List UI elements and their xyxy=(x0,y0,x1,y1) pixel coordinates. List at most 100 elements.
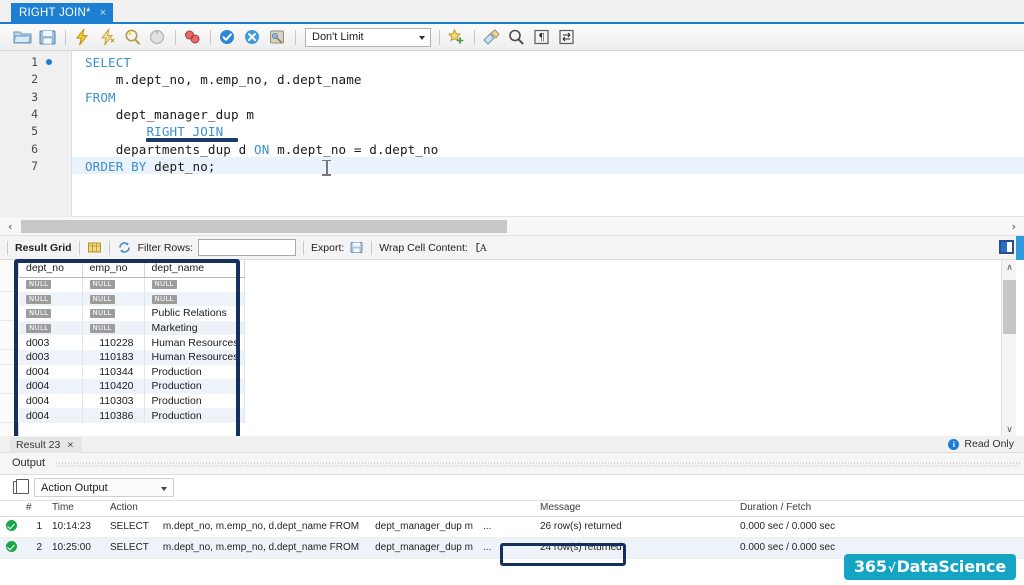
read-only-status: i Read Only xyxy=(948,438,1014,450)
row-header-cell[interactable] xyxy=(0,320,19,336)
table-row[interactable]: NULL NULL Marketing xyxy=(19,320,246,336)
result-cell-dept-name[interactable]: Human Resources xyxy=(144,349,246,365)
find-icon[interactable] xyxy=(506,27,527,47)
tab-right-join[interactable]: RIGHT JOIN* × xyxy=(11,3,114,24)
autocommit-icon[interactable] xyxy=(267,27,288,47)
result-grid-vertical-scrollbar[interactable]: ∧ ∨ xyxy=(1001,260,1016,436)
refresh-icon[interactable] xyxy=(117,240,132,255)
table-row[interactable]: d004 110303 Production xyxy=(19,393,246,409)
row-header-cell[interactable] xyxy=(0,379,19,395)
clean-sql-icon[interactable] xyxy=(481,27,502,47)
chevron-down-icon[interactable] xyxy=(161,487,167,491)
result-cell-dept-name[interactable]: Human Resources xyxy=(144,335,246,350)
row-header-cell[interactable] xyxy=(0,350,19,365)
toggle-explain-icon[interactable] xyxy=(182,27,203,47)
row-header-cell[interactable] xyxy=(0,408,19,424)
row-header-cell[interactable] xyxy=(0,364,19,380)
invisible-chars-icon[interactable]: ¶ xyxy=(531,27,552,47)
scroll-thumb[interactable] xyxy=(21,220,507,233)
result-cell-dept-name[interactable]: Production xyxy=(144,364,246,380)
editor-code-area[interactable]: SELECT m.dept_no, m.emp_no, d.dept_name F… xyxy=(72,51,1024,217)
table-row[interactable]: d004 110420 Production xyxy=(19,379,246,394)
result-cell-emp-no[interactable]: NULL xyxy=(82,291,145,307)
execute-icon[interactable] xyxy=(72,27,93,47)
column-header-dept-no[interactable]: dept_no xyxy=(19,260,83,278)
close-icon[interactable]: × xyxy=(67,439,73,451)
result-cell-dept-no[interactable]: d004 xyxy=(19,408,83,423)
sql-editor[interactable]: 1 2 3 4 5 6 7 SELECT m.dept_no, m.emp_no, d.de… xyxy=(0,51,1024,217)
scroll-left-icon[interactable]: ‹ xyxy=(8,220,12,233)
column-header-time[interactable]: Time xyxy=(48,501,106,517)
result-cell-dept-no[interactable]: d004 xyxy=(19,379,83,394)
editor-horizontal-scrollbar[interactable]: ‹ › xyxy=(0,217,1024,236)
result-cell-emp-no[interactable]: 110386 xyxy=(82,408,145,423)
row-header-cell[interactable] xyxy=(0,277,19,292)
column-header-dept-name[interactable]: dept_name xyxy=(144,260,246,278)
result-cell-emp-no[interactable]: 110420 xyxy=(82,379,145,394)
table-row[interactable]: d004 110344 Production xyxy=(19,364,246,380)
column-header-emp-no[interactable]: emp_no xyxy=(82,260,145,278)
result-cell-emp-no[interactable]: 110303 xyxy=(82,393,145,409)
toggle-side-panel-button[interactable] xyxy=(999,240,1014,254)
column-header-duration-fetch[interactable]: Duration / Fetch xyxy=(736,501,1024,517)
row-header-cell[interactable] xyxy=(0,306,19,322)
result-cell-dept-no[interactable]: NULL xyxy=(19,277,83,292)
execute-current-statement-icon[interactable] xyxy=(97,27,118,47)
result-cell-dept-no[interactable]: NULL xyxy=(19,320,83,336)
result-cell-dept-name[interactable]: Production xyxy=(144,393,246,409)
result-grid[interactable]: dept_no emp_no dept_name NULL NULL NULL NUL… xyxy=(0,260,1024,436)
row-header-cell[interactable] xyxy=(0,393,19,409)
rollback-icon[interactable] xyxy=(242,27,263,47)
result-cell-dept-no[interactable]: d003 xyxy=(19,335,83,350)
close-icon[interactable]: × xyxy=(100,6,107,20)
result-cell-dept-name[interactable]: Production xyxy=(144,408,246,423)
result-cell-dept-no[interactable]: d004 xyxy=(19,364,83,380)
scroll-thumb[interactable] xyxy=(1003,280,1016,334)
result-cell-dept-name[interactable]: NULL xyxy=(144,277,246,292)
scroll-down-icon[interactable]: ∨ xyxy=(1002,422,1017,436)
row-header-cell[interactable] xyxy=(0,291,19,307)
result-cell-dept-name[interactable]: NULL xyxy=(144,291,246,307)
result-cell-dept-no[interactable]: NULL xyxy=(19,291,83,307)
result-cell-emp-no[interactable]: NULL xyxy=(82,306,145,321)
tab-result-23[interactable]: Result 23 × xyxy=(10,437,82,453)
wrap-cell-icon[interactable]: A xyxy=(474,240,489,255)
table-row[interactable]: NULL NULL NULL xyxy=(19,291,246,307)
grid-view-icon[interactable] xyxy=(87,240,102,255)
open-script-icon[interactable] xyxy=(12,27,33,47)
save-script-icon[interactable] xyxy=(37,27,58,47)
scroll-up-icon[interactable]: ∧ xyxy=(1002,260,1017,274)
column-header-message[interactable]: Message xyxy=(536,501,736,517)
result-cell-dept-no[interactable]: d004 xyxy=(19,393,83,409)
result-cell-emp-no[interactable]: NULL xyxy=(82,320,145,336)
table-row[interactable]: d003 110228 Human Resources xyxy=(19,335,246,350)
row-header-cell[interactable] xyxy=(0,335,19,351)
breakpoint-marker-icon[interactable] xyxy=(46,59,52,65)
result-cell-dept-name[interactable]: Public Relations xyxy=(144,306,246,321)
result-cell-emp-no[interactable]: 110183 xyxy=(82,349,145,365)
filter-rows-input[interactable] xyxy=(198,239,297,256)
table-row[interactable]: d004 110386 Production xyxy=(19,408,246,423)
beautify-icon[interactable] xyxy=(446,27,467,47)
table-row[interactable]: NULL NULL NULL xyxy=(19,277,246,292)
table-row[interactable]: d003 110183 Human Resources xyxy=(19,349,246,365)
row-limit-select[interactable]: Don't Limit xyxy=(305,27,431,47)
wrap-lines-icon[interactable] xyxy=(556,27,577,47)
export-icon[interactable] xyxy=(349,240,364,255)
scroll-right-icon[interactable]: › xyxy=(1012,220,1016,233)
explain-icon[interactable] xyxy=(122,27,143,47)
action-output-row[interactable]: 1 10:14:23 SELECT m.dept_no, m.emp_no, d.de… xyxy=(0,516,1024,538)
table-row[interactable]: NULL NULL Public Relations xyxy=(19,306,246,321)
column-header-number[interactable]: # xyxy=(22,501,48,517)
result-cell-emp-no[interactable]: NULL xyxy=(82,277,145,292)
result-cell-dept-name[interactable]: Production xyxy=(144,379,246,394)
column-header-action[interactable]: Action xyxy=(106,501,536,517)
commit-icon[interactable] xyxy=(217,27,238,47)
result-cell-dept-name[interactable]: Marketing xyxy=(144,320,246,336)
output-type-select[interactable]: Action Output xyxy=(34,478,174,497)
result-cell-dept-no[interactable]: NULL xyxy=(19,306,83,321)
result-cell-emp-no[interactable]: 110344 xyxy=(82,364,145,380)
result-cell-dept-no[interactable]: d003 xyxy=(19,349,83,365)
result-cell-emp-no[interactable]: 110228 xyxy=(82,335,145,350)
chevron-down-icon[interactable] xyxy=(419,35,425,40)
